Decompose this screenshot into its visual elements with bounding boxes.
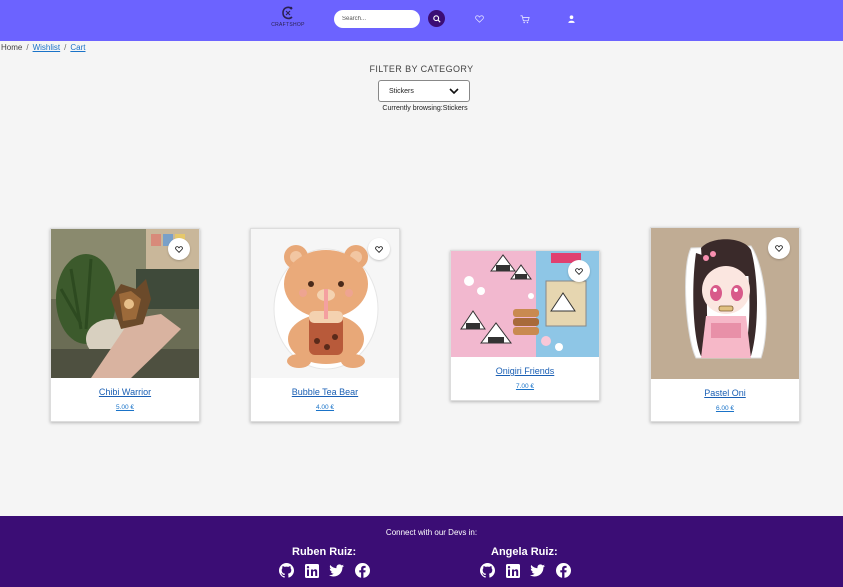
add-to-wishlist-button[interactable] bbox=[568, 260, 590, 282]
facebook-link[interactable] bbox=[556, 563, 571, 578]
add-to-wishlist-button[interactable] bbox=[768, 237, 790, 259]
chevron-down-icon bbox=[449, 88, 459, 94]
twitter-link[interactable] bbox=[329, 563, 344, 578]
product-name-link[interactable]: Bubble Tea Bear bbox=[251, 387, 399, 397]
github-icon bbox=[480, 563, 495, 578]
cart-icon bbox=[520, 14, 530, 23]
linkedin-icon bbox=[304, 563, 319, 578]
product-name-link[interactable]: Onigiri Friends bbox=[451, 366, 599, 376]
add-to-wishlist-button[interactable] bbox=[368, 238, 390, 260]
twitter-icon bbox=[329, 564, 344, 577]
breadcrumb-home: Home bbox=[1, 43, 23, 52]
heart-icon bbox=[175, 245, 183, 253]
product-card[interactable]: Bubble Tea Bear 4.00 € bbox=[250, 228, 400, 422]
github-icon bbox=[279, 563, 294, 578]
heart-icon bbox=[375, 245, 383, 253]
footer: Connect with our Devs in: Ruben Ruiz: An… bbox=[0, 516, 843, 587]
linkedin-icon bbox=[505, 563, 520, 578]
breadcrumb: Home / Wishlist / Cart bbox=[1, 43, 86, 52]
craftshop-logo[interactable]: CRAFTSHOP bbox=[270, 5, 306, 33]
browsing-status-prefix: Currently browsing: bbox=[382, 105, 443, 112]
twitter-icon bbox=[530, 564, 545, 577]
breadcrumb-wishlist-link[interactable]: Wishlist bbox=[33, 43, 61, 52]
product-card[interactable]: Chibi Warrior 5.00 € bbox=[50, 228, 200, 422]
breadcrumb-cart-link[interactable]: Cart bbox=[70, 43, 85, 52]
product-price-link[interactable]: 5.00 € bbox=[51, 404, 199, 411]
linkedin-link[interactable] bbox=[505, 563, 520, 578]
product-card[interactable]: Pastel Oni 6.00 € bbox=[650, 227, 800, 422]
account-nav-button[interactable] bbox=[565, 13, 577, 25]
heart-icon bbox=[775, 244, 783, 252]
logo-mark-icon bbox=[282, 6, 293, 20]
dev-name: Ruben Ruiz: bbox=[292, 546, 357, 558]
user-icon bbox=[567, 15, 575, 23]
browsing-status: Currently browsing:Stickers bbox=[0, 105, 843, 112]
twitter-link[interactable] bbox=[530, 563, 545, 578]
heart-icon bbox=[474, 15, 484, 23]
github-link[interactable] bbox=[279, 563, 294, 578]
cart-nav-button[interactable] bbox=[519, 13, 531, 25]
facebook-icon bbox=[355, 563, 370, 578]
product-price-link[interactable]: 6.00 € bbox=[651, 405, 799, 412]
filter-title: FILTER BY CATEGORY bbox=[369, 64, 474, 74]
dev-name: Angela Ruiz: bbox=[491, 546, 558, 558]
github-link[interactable] bbox=[480, 563, 495, 578]
wishlist-nav-button[interactable] bbox=[473, 13, 485, 25]
product-price-link[interactable]: 4.00 € bbox=[251, 404, 399, 411]
product-price-link[interactable]: 7.00 € bbox=[451, 383, 599, 390]
product-name-link[interactable]: Pastel Oni bbox=[651, 388, 799, 398]
category-select-value: Stickers bbox=[389, 87, 414, 95]
product-name-link[interactable]: Chibi Warrior bbox=[51, 387, 199, 397]
search-button[interactable] bbox=[428, 10, 445, 27]
logo-text: CRAFTSHOP bbox=[271, 22, 305, 28]
product-card[interactable]: Onigiri Friends 7.00 € bbox=[450, 250, 600, 401]
browsing-status-value: Stickers bbox=[442, 105, 468, 112]
search-input[interactable] bbox=[334, 10, 420, 28]
linkedin-link[interactable] bbox=[304, 563, 319, 578]
heart-icon bbox=[575, 267, 583, 275]
top-navbar: CRAFTSHOP bbox=[0, 0, 843, 41]
facebook-icon bbox=[556, 563, 571, 578]
breadcrumb-separator: / bbox=[64, 43, 67, 52]
facebook-link[interactable] bbox=[355, 563, 370, 578]
search-icon bbox=[432, 14, 441, 23]
footer-title: Connect with our Devs in: bbox=[385, 528, 478, 537]
category-select[interactable]: Stickers bbox=[378, 80, 470, 102]
add-to-wishlist-button[interactable] bbox=[168, 238, 190, 260]
breadcrumb-separator: / bbox=[26, 43, 29, 52]
